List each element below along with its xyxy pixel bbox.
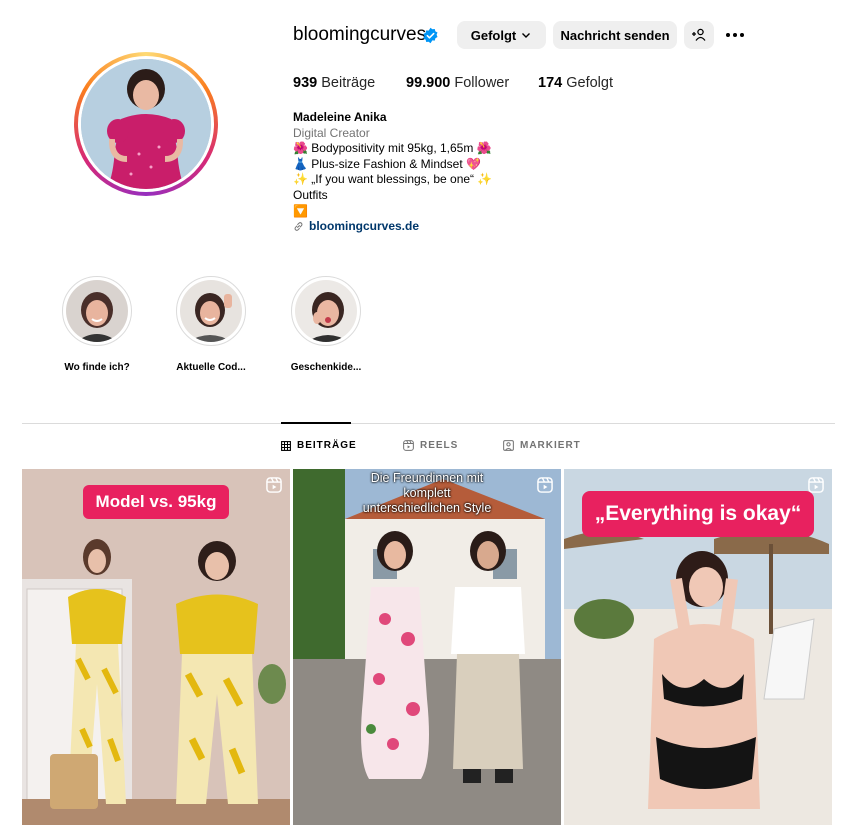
- post-overlay-text: „Everything is okay“: [582, 491, 814, 537]
- following-button-label: Gefolgt: [470, 27, 517, 43]
- link-icon: [294, 222, 303, 232]
- reels-icon: [403, 440, 414, 451]
- highlight-wo-finde-ich[interactable]: [62, 276, 132, 346]
- bio-line: Outfits: [293, 188, 328, 202]
- profile-avatar-story-ring[interactable]: [74, 52, 218, 196]
- bio-line: 🌺 Bodypositivity mit 95kg, 1,65m 🌺: [293, 141, 492, 155]
- tab-reels-label: REELS: [420, 440, 459, 451]
- following-count-stat[interactable]: 174 Gefolgt: [538, 75, 613, 91]
- profile-username: bloomingcurves: [293, 24, 427, 45]
- message-button[interactable]: Nachricht senden: [553, 21, 677, 49]
- post-overlay-text: Die Freundinnen mit komplett unterschied…: [293, 471, 561, 516]
- highlight-label: Geschenkide...: [290, 362, 362, 373]
- reel-icon: [266, 477, 282, 493]
- more-options-icon: [726, 33, 744, 37]
- post-thumbnail[interactable]: Model vs. 95kg: [22, 469, 290, 825]
- highlight-label: Wo finde ich?: [64, 362, 130, 373]
- highlight-label: Aktuelle Cod...: [176, 362, 246, 373]
- tab-reels[interactable]: REELS: [403, 440, 458, 451]
- highlight-geschenkideen[interactable]: [291, 276, 361, 346]
- following-button[interactable]: Gefolgt: [457, 21, 546, 49]
- bio-line: 🔽: [293, 204, 308, 218]
- suggest-user-button[interactable]: [684, 21, 714, 49]
- profile-avatar: [81, 59, 211, 189]
- highlight-aktuelle-codes[interactable]: [176, 276, 246, 346]
- post-overlay-line: Die Freundinnen mit: [370, 471, 484, 485]
- post-overlay-text: Model vs. 95kg: [83, 485, 229, 519]
- reel-icon: [537, 477, 553, 493]
- add-user-icon: [692, 28, 706, 41]
- followers-count-stat[interactable]: 99.900 Follower: [406, 75, 509, 91]
- profile-website-text: bloomingcurves.de: [309, 219, 420, 233]
- tagged-icon: [503, 440, 514, 451]
- post-thumbnail[interactable]: Die Freundinnen mit komplett unterschied…: [293, 469, 561, 825]
- highlight-cover: [180, 280, 242, 342]
- highlight-cover: [66, 280, 128, 342]
- active-tab-indicator: [281, 422, 351, 424]
- grid-icon: [281, 440, 291, 451]
- bio-line: 👗 Plus-size Fashion & Mindset 💖: [293, 157, 481, 171]
- post-thumbnail[interactable]: „Everything is okay“: [564, 469, 832, 825]
- post-overlay-line: unterschiedlichen Style: [362, 501, 492, 515]
- tab-tagged[interactable]: MARKIERT: [503, 440, 581, 451]
- reel-icon: [808, 477, 824, 493]
- chevron-down-icon: [522, 33, 531, 38]
- profile-full-name: Madeleine Anika: [293, 110, 387, 124]
- profile-website-link[interactable]: bloomingcurves.de: [293, 219, 419, 235]
- verified-badge-icon: [423, 27, 438, 44]
- post-overlay-line: komplett: [403, 486, 451, 500]
- post-image: [293, 469, 561, 825]
- post-image: [22, 469, 290, 825]
- more-options-button[interactable]: [724, 26, 746, 44]
- tab-tagged-label: MARKIERT: [520, 440, 581, 451]
- posts-count-stat: 939 Beiträge: [293, 75, 376, 91]
- profile-category: Digital Creator: [293, 126, 370, 140]
- tab-posts-label: BEITRÄGE: [297, 440, 357, 451]
- bio-line: ✨ „If you want blessings, be one“ ✨: [293, 172, 493, 186]
- highlight-cover: [295, 280, 357, 342]
- tab-posts[interactable]: BEITRÄGE: [281, 440, 357, 451]
- tabs-divider: [22, 423, 835, 424]
